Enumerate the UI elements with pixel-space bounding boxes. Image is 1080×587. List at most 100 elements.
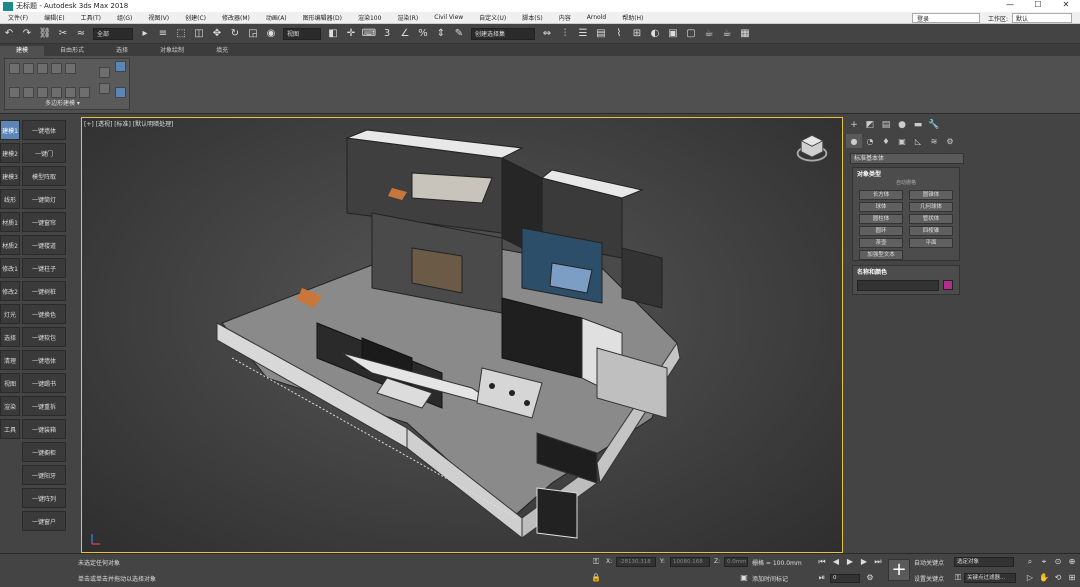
modify-tab-icon[interactable]: ◩ xyxy=(862,118,878,132)
tool-linework[interactable]: 线形 xyxy=(0,189,20,209)
lights-icon[interactable]: ♦ xyxy=(878,134,894,148)
scale-icon[interactable]: ◲ xyxy=(246,27,260,41)
spacewarps-icon[interactable]: ≋ xyxy=(926,134,942,148)
tool-balcony[interactable]: 一键阳牙 xyxy=(22,465,66,485)
tool-wall-body[interactable]: 一键墙体 xyxy=(22,350,66,370)
menu-content[interactable]: 内容 xyxy=(551,13,579,22)
menu-civil-view[interactable]: Civil View xyxy=(426,14,471,21)
pivot-center-icon[interactable]: ◧ xyxy=(326,27,340,41)
border-mode-icon[interactable] xyxy=(37,63,48,74)
menu-animation[interactable]: 动画(A) xyxy=(258,13,295,22)
tube-button[interactable]: 管状体 xyxy=(909,214,953,224)
tool-stairs[interactable]: 一键楼道 xyxy=(22,235,66,255)
menu-edit[interactable]: 编辑(E) xyxy=(36,13,72,22)
tool-view[interactable]: 视图 xyxy=(0,373,20,393)
autokey-selection-dropdown[interactable]: 选定对象 xyxy=(954,557,1014,567)
sphere-button[interactable]: 球体 xyxy=(859,202,903,212)
link-icon[interactable]: ⛓ xyxy=(38,27,52,41)
menu-rendering[interactable]: 渲染(R) xyxy=(389,13,426,22)
next-modifier-icon[interactable] xyxy=(79,87,90,98)
previous-frame-icon[interactable]: ◀ xyxy=(830,556,842,568)
material-editor-icon[interactable]: ◐ xyxy=(648,27,662,41)
undo-icon[interactable]: ↶ xyxy=(2,27,16,41)
preserve-uv-icon[interactable] xyxy=(99,67,110,78)
render-frame-icon[interactable]: ▢ xyxy=(684,27,698,41)
geosphere-button[interactable]: 几何球体 xyxy=(909,202,953,212)
ribbon-tab-freeform[interactable]: 自由形式 xyxy=(44,46,100,56)
ribbon-tab-object-paint[interactable]: 对象绘制 xyxy=(144,46,200,56)
utilities-tab-icon[interactable]: 🔧 xyxy=(926,118,942,132)
name-color-title[interactable]: 名称和颜色 xyxy=(853,266,959,277)
element-mode-icon[interactable] xyxy=(65,63,76,74)
collapse-stack-icon[interactable] xyxy=(37,87,48,98)
tool-window[interactable]: 一键窗户 xyxy=(22,511,66,531)
zoom-all-icon[interactable]: ⌖ xyxy=(1038,556,1050,568)
render-icon[interactable]: ☕ xyxy=(702,27,716,41)
menu-group[interactable]: 组(G) xyxy=(109,13,140,22)
key-filter-icon[interactable]: ⚿ xyxy=(952,572,964,584)
menu-modifiers[interactable]: 修改器(M) xyxy=(214,13,258,22)
close-button[interactable]: ✕ xyxy=(1052,0,1080,9)
menu-arnold[interactable]: Arnold xyxy=(579,14,614,21)
select-object-icon[interactable]: ▸ xyxy=(138,27,152,41)
menu-scripting[interactable]: 脚本(S) xyxy=(514,13,551,22)
ignore-backfacing-icon[interactable] xyxy=(23,87,34,98)
reference-coordinate-dropdown[interactable]: 视图 xyxy=(283,27,321,40)
autokey-button[interactable]: 自动关键点 xyxy=(914,558,944,567)
z-coordinate-field[interactable]: 0.0mm xyxy=(724,557,748,567)
tool-modify1[interactable]: 修改1 xyxy=(0,258,20,278)
repeat-last-icon[interactable] xyxy=(99,83,110,94)
tool-material2[interactable]: 材质2 xyxy=(0,235,20,255)
pan-icon[interactable]: ✋ xyxy=(1038,572,1050,584)
go-to-start-icon[interactable]: ⏮ xyxy=(816,556,828,568)
time-tag-icon[interactable]: ▣ xyxy=(738,572,750,584)
percent-snap-icon[interactable]: % xyxy=(416,27,430,41)
tool-model-array[interactable]: 模型阵取 xyxy=(22,166,66,186)
box-button[interactable]: 长方体 xyxy=(859,190,903,200)
tool-modify2[interactable]: 修改2 xyxy=(0,281,20,301)
x-coordinate-field[interactable]: -28130.318 xyxy=(616,557,656,567)
go-to-end-icon[interactable]: ⏭ xyxy=(872,556,884,568)
maximize-viewport-icon[interactable]: ⊞ xyxy=(1066,572,1078,584)
next-frame-icon[interactable]: ▶ xyxy=(858,556,870,568)
teapot-button[interactable]: 茶壶 xyxy=(859,238,903,248)
zoom-icon[interactable]: ⌕ xyxy=(1024,556,1036,568)
pyramid-button[interactable]: 四棱锥 xyxy=(909,226,953,236)
show-end-result-icon[interactable] xyxy=(51,87,62,98)
shapes-icon[interactable]: ◔ xyxy=(862,134,878,148)
systems-icon[interactable]: ⚙ xyxy=(942,134,958,148)
move-icon[interactable]: ✥ xyxy=(210,27,224,41)
setkey-button[interactable]: 设置关键点 xyxy=(914,574,944,583)
tool-one-click-wall[interactable]: 一键墙体 xyxy=(22,120,66,140)
key-mode-icon[interactable]: ⏯ xyxy=(816,572,828,584)
tool-utilities[interactable]: 工具 xyxy=(0,419,20,439)
login-dropdown[interactable]: 登录 xyxy=(911,13,980,23)
tool-render[interactable]: 渲染 xyxy=(0,396,20,416)
edge-mode-icon[interactable] xyxy=(23,63,34,74)
named-selection-dropdown[interactable]: 创建选择集 xyxy=(471,27,535,40)
current-frame-field[interactable]: 0 xyxy=(830,574,860,583)
previous-modifier-icon[interactable] xyxy=(65,87,76,98)
menu-graph-editors[interactable]: 图形编辑器(D) xyxy=(295,13,350,22)
curve-editor-icon[interactable]: ⌇ xyxy=(612,27,626,41)
zoom-extents-all-icon[interactable]: ⊕ xyxy=(1066,556,1078,568)
tool-material1[interactable]: 材质1 xyxy=(0,212,20,232)
placement-icon[interactable]: ◉ xyxy=(264,27,278,41)
selection-lock-icon[interactable]: 🔒 xyxy=(590,572,602,584)
ribbon-tab-populate[interactable]: 填充 xyxy=(200,46,244,56)
textplus-button[interactable]: 加强型文本 xyxy=(859,250,903,260)
unlink-icon[interactable]: ✂ xyxy=(56,27,70,41)
redo-icon[interactable]: ↷ xyxy=(20,27,34,41)
tool-change-color[interactable]: 一键换色 xyxy=(22,304,66,324)
workspace-dropdown[interactable]: 默认 xyxy=(1012,13,1072,23)
render-cloud-icon[interactable]: ▦ xyxy=(738,27,752,41)
rotate-icon[interactable]: ↻ xyxy=(228,27,242,41)
cone-button[interactable]: 圆锥体 xyxy=(909,190,953,200)
ribbon-tab-modeling[interactable]: 建模 xyxy=(0,46,45,56)
object-name-field[interactable] xyxy=(857,280,939,291)
display-tab-icon[interactable]: ▬ xyxy=(910,118,926,132)
selection-filter-dropdown[interactable]: 全部 xyxy=(93,27,133,40)
time-config-icon[interactable]: ⚙ xyxy=(864,572,876,584)
plane-button[interactable]: 平面 xyxy=(909,238,953,248)
menu-create[interactable]: 创建(C) xyxy=(177,13,214,22)
